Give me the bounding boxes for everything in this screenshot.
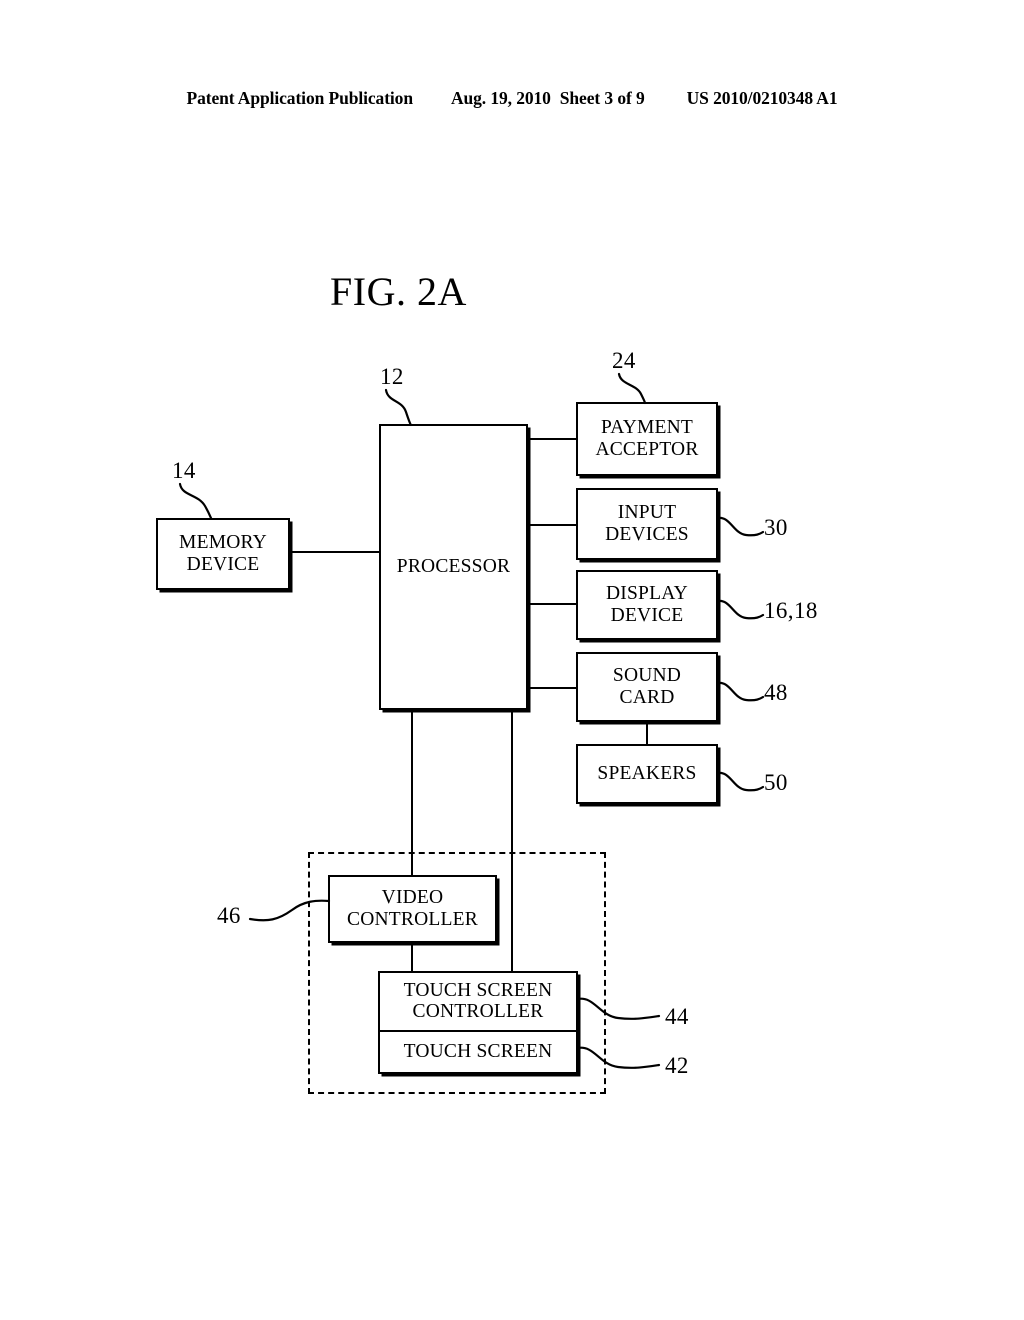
block-sound-card[interactable]: SOUND CARD	[576, 652, 718, 722]
leader-line-touch-screen	[576, 1046, 661, 1069]
block-video-controller-label-line1: VIDEO	[381, 887, 444, 909]
block-processor[interactable]: PROCESSOR	[379, 424, 528, 710]
block-input-devices-label-line1: INPUT	[617, 502, 677, 524]
ref-number-video-controller: 46	[217, 903, 241, 928]
block-touch-screen-label: TOUCH SCREEN	[403, 1041, 553, 1062]
wire-sound-card-to-speakers	[646, 722, 649, 744]
block-payment-acceptor[interactable]: PAYMENT ACCEPTOR	[576, 402, 718, 476]
leader-line-sound-card	[716, 681, 765, 702]
block-memory-device-label-line1: MEMORY	[179, 532, 267, 554]
block-touch-screen-controller-label-line2: CONTROLLER	[412, 1001, 544, 1023]
wire-processor-to-sound-card	[526, 687, 578, 690]
ref-number-display-device: 16,18	[764, 598, 818, 623]
ref-number-touch-screen: 42	[665, 1053, 689, 1078]
leader-line-touch-screen-controller	[576, 997, 661, 1020]
ref-number-memory-device: 14	[172, 458, 196, 483]
block-display-device[interactable]: DISPLAY DEVICE	[576, 570, 718, 640]
leader-line-input-devices	[716, 516, 765, 537]
touch-screen-stack: TOUCH SCREEN CONTROLLER TOUCH SCREEN	[378, 971, 578, 1074]
block-touch-screen-controller[interactable]: TOUCH SCREEN CONTROLLER	[380, 973, 576, 1032]
leader-line-processor	[384, 388, 413, 427]
wire-processor-to-input-devices	[526, 524, 578, 527]
block-memory-device[interactable]: MEMORY DEVICE	[156, 518, 290, 590]
header-date: Aug. 19, 2010	[450, 88, 551, 108]
wire-memory-to-processor	[289, 551, 381, 554]
block-payment-acceptor-label-line2: ACCEPTOR	[595, 439, 699, 460]
wire-processor-to-display-device	[526, 603, 578, 606]
block-sound-card-label-line1: SOUND	[612, 665, 682, 687]
header-date-sheet: Aug. 19, 2010 Sheet 3 of 9	[451, 88, 645, 109]
block-payment-acceptor-label-line1: PAYMENT	[600, 417, 694, 439]
block-touch-screen[interactable]: TOUCH SCREEN	[380, 1032, 576, 1072]
header-publication: Patent Application Publication	[186, 88, 414, 108]
page-header: Patent Application Publication Aug. 19, …	[0, 88, 1024, 109]
leader-line-memory-device	[178, 482, 213, 520]
wire-processor-to-payment-acceptor	[526, 438, 578, 441]
header-patent-number: US 2010/0210348 A1	[686, 88, 838, 108]
ref-number-processor: 12	[380, 364, 404, 389]
block-speakers-label: SPEAKERS	[597, 763, 697, 785]
leader-line-payment-acceptor	[617, 372, 647, 405]
ref-number-touch-screen-controller: 44	[665, 1004, 689, 1029]
block-touch-screen-controller-label-line1: TOUCH SCREEN	[403, 979, 553, 1001]
block-speakers[interactable]: SPEAKERS	[576, 744, 718, 804]
block-display-device-label-line1: DISPLAY	[606, 583, 688, 605]
leader-line-video-controller	[248, 899, 331, 922]
block-input-devices[interactable]: INPUT DEVICES	[576, 488, 718, 560]
block-video-controller[interactable]: VIDEO CONTROLLER	[328, 875, 497, 943]
block-memory-device-label-line2: DEVICE	[186, 554, 260, 575]
block-processor-label: PROCESSOR	[396, 556, 511, 578]
block-input-devices-label-line2: DEVICES	[605, 524, 689, 545]
header-sheet: Sheet 3 of 9	[559, 88, 645, 108]
leader-line-display-device	[716, 599, 765, 620]
leader-line-speakers	[716, 771, 765, 792]
ref-number-payment-acceptor: 24	[612, 348, 636, 373]
block-video-controller-label-line2: CONTROLLER	[347, 909, 478, 930]
patent-figure-page: Patent Application Publication Aug. 19, …	[0, 0, 1024, 1320]
figure-title: FIG. 2A	[330, 269, 467, 314]
block-display-device-label-line2: DEVICE	[610, 605, 684, 626]
block-sound-card-label-line2: CARD	[619, 687, 675, 708]
